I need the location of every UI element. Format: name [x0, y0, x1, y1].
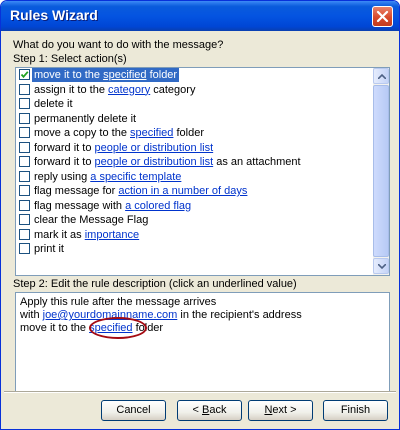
step2-heading: Step 2: Edit the rule description (click… [13, 278, 297, 290]
checkmark-icon [20, 71, 29, 79]
action-label: clear the Message Flag [32, 213, 150, 227]
action-text: forward it to [34, 141, 95, 154]
action-value-link[interactable]: a specific template [90, 171, 181, 183]
action-value-link[interactable]: people or distribution list [95, 142, 214, 154]
arrow-up-icon [378, 74, 386, 79]
action-text: move it to the [34, 69, 104, 81]
title-bar[interactable]: Rules Wizard [1, 1, 399, 31]
rule-description-box: Apply this rule after the message arrive… [15, 292, 390, 393]
desc-line-2-suffix: in the recipient's address [177, 309, 302, 321]
action-label: move it to the specified folder [32, 68, 180, 82]
actions-listbox[interactable]: move it to the specified folder assign it… [15, 67, 390, 276]
action-text: clear the Message Flag [34, 214, 149, 226]
action-text: print it [34, 243, 64, 255]
close-icon [376, 10, 389, 23]
action-checkbox[interactable] [19, 112, 30, 124]
desc-line-1: Apply this rule after the message arrive… [20, 296, 217, 308]
actions-list: move it to the specified folder assign it… [16, 68, 371, 257]
action-item[interactable]: print it [16, 242, 371, 257]
cancel-button[interactable]: Cancel [101, 400, 166, 421]
desc-line-2: with joe@yourdomainname.com in the recip… [20, 309, 302, 322]
actions-scrollbar[interactable] [373, 68, 389, 275]
back-prefix: < [192, 404, 202, 416]
action-text: mark it as [34, 228, 85, 241]
action-text: permanently delete it [34, 112, 137, 125]
action-item[interactable]: forward it to people or distribution lis… [16, 141, 371, 156]
action-checkbox[interactable] [19, 170, 30, 182]
action-item[interactable]: forward it to people or distribution lis… [16, 155, 371, 170]
action-label: reply using a specific template [32, 170, 183, 184]
action-item[interactable]: assign it to the category category [16, 83, 371, 98]
next-button[interactable]: Next > [248, 400, 313, 421]
action-checkbox[interactable] [19, 156, 30, 167]
action-text: assign it to the [34, 83, 108, 96]
next-label: ext > [272, 404, 297, 416]
dialog-body: What do you want to do with the message?… [4, 31, 396, 426]
arrow-down-icon [378, 264, 386, 269]
action-label: permanently delete it [32, 112, 138, 126]
action-value-link[interactable]: specified [130, 127, 173, 139]
action-label: flag message for action in a number of d… [32, 184, 249, 198]
action-label: print it [32, 242, 66, 256]
action-item[interactable]: mark it as importance [16, 228, 371, 243]
separator-line [4, 391, 396, 393]
action-label: mark it as importance [32, 228, 141, 242]
action-item[interactable]: permanently delete it [16, 112, 371, 127]
action-checkbox[interactable] [19, 98, 30, 109]
action-checkbox[interactable] [19, 127, 30, 138]
window-title: Rules Wizard [10, 7, 98, 23]
action-checkbox[interactable] [19, 243, 30, 254]
action-text: move a copy to the [34, 127, 130, 139]
action-item[interactable]: move a copy to the specified folder [16, 126, 371, 141]
finish-button[interactable]: Finish [323, 400, 388, 421]
action-value-link[interactable]: specified [103, 69, 146, 81]
action-text: flag message with [34, 199, 126, 212]
action-label: forward it to people or distribution lis… [32, 141, 215, 155]
action-text: as an attachment [213, 156, 301, 168]
action-item[interactable]: flag message for action in a number of d… [16, 184, 371, 199]
action-item[interactable]: flag message with a colored flag [16, 199, 371, 214]
action-value-link[interactable]: a colored flag [125, 200, 191, 212]
step1-heading: Step 1: Select action(s) [13, 53, 127, 65]
action-item[interactable]: delete it [16, 97, 371, 112]
scroll-thumb[interactable] [373, 85, 389, 257]
close-button[interactable] [372, 6, 393, 27]
action-checkbox[interactable] [19, 214, 30, 225]
action-checkbox[interactable] [19, 185, 30, 196]
rules-wizard-window: Rules Wizard What do you want to do with… [0, 0, 400, 430]
action-checkbox[interactable] [19, 69, 30, 80]
question-label: What do you want to do with the message? [13, 39, 224, 51]
action-value-link[interactable]: category [108, 84, 150, 96]
action-checkbox[interactable] [19, 83, 30, 95]
action-text: reply using [34, 170, 91, 183]
action-label: assign it to the category category [32, 83, 197, 97]
action-text: flag message for [34, 185, 119, 197]
back-button[interactable]: < Back [177, 400, 242, 421]
action-text: folder [173, 127, 204, 139]
action-value-link[interactable]: action in a number of days [118, 185, 247, 197]
action-text: forward it to [34, 156, 95, 168]
action-checkbox[interactable] [19, 199, 30, 211]
action-item[interactable]: move it to the specified folder [16, 68, 371, 83]
scroll-up-button[interactable] [373, 68, 389, 84]
action-text: delete it [34, 98, 73, 110]
desc-line-3-prefix: move it to the [20, 322, 90, 334]
action-item[interactable]: reply using a specific template [16, 170, 371, 185]
action-label: move a copy to the specified folder [32, 126, 206, 140]
action-label: delete it [32, 97, 75, 111]
action-item[interactable]: clear the Message Flag [16, 213, 371, 228]
action-label: flag message with a colored flag [32, 199, 193, 213]
annotation-circle [89, 317, 147, 339]
action-label: forward it to people or distribution lis… [32, 155, 303, 169]
action-checkbox[interactable] [19, 228, 30, 240]
action-value-link[interactable]: importance [85, 229, 139, 241]
back-label: ack [209, 404, 227, 416]
action-checkbox[interactable] [19, 141, 30, 153]
action-text: category [150, 83, 196, 96]
desc-line-2-prefix: with [20, 309, 43, 321]
action-text: folder [146, 69, 178, 81]
scroll-down-button[interactable] [373, 258, 389, 274]
action-value-link[interactable]: people or distribution list [95, 156, 214, 168]
